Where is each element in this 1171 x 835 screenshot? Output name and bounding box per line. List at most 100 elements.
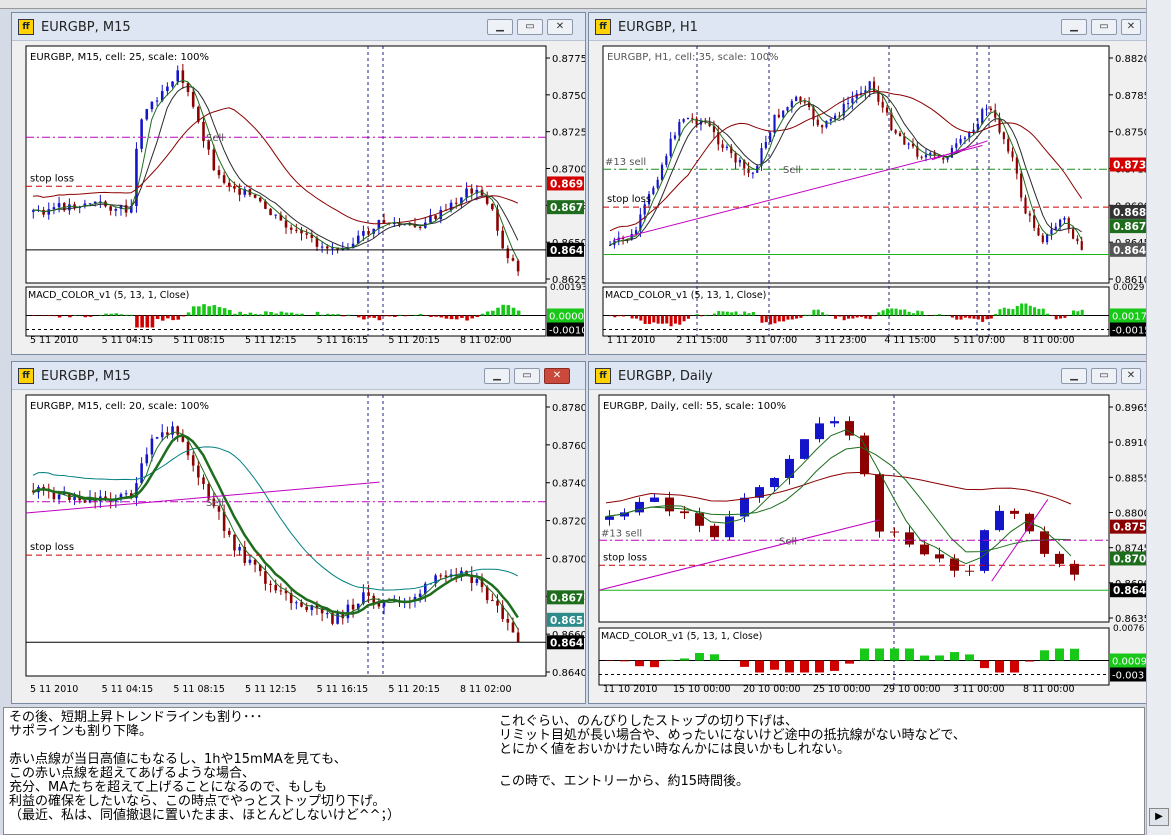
chart-window-m15-top[interactable]: ff EURGBP, M15 ▁ ▭ ✕ EURGBP, M15, cell: … [11,12,586,355]
candle-body [264,571,267,584]
candle-body [491,203,494,210]
macd-histogram-bar [981,315,985,322]
macd-histogram-bar [877,312,881,316]
chart-window-h1[interactable]: ff EURGBP, H1 ▁ ▭ ✕ EURGBP, H1, cell: 35… [588,12,1148,355]
macd-histogram-bar [176,315,181,320]
candle-body [799,96,802,102]
price-chart[interactable]: EURGBP, H1, cell: 35, scale: 100% 0.8820 0… [589,41,1147,354]
macd-histogram-bar [905,648,914,661]
maximize-button[interactable]: ▭ [514,368,540,384]
minimize-button[interactable]: ▁ [1061,19,1087,35]
macd-histogram-bar [68,315,72,318]
macd-histogram-bar [725,311,729,316]
macd-histogram-bar [955,315,959,320]
y-tick-label: 0.8750 [552,91,585,102]
candle-body [42,209,45,215]
macd-histogram-bar [790,315,794,320]
macd-histogram-bar [1041,308,1045,316]
price-tag-label: 0.8754 [1113,522,1147,534]
macd-histogram-bar [511,307,516,316]
x-tick-label: 5 11 08:15 [173,335,225,346]
macd-histogram-bar [166,315,170,319]
macd-histogram-bar [356,315,361,318]
x-tick-label: 5 11 2010 [30,684,78,695]
y-tick-label: 0.8775 [552,54,585,65]
close-button[interactable]: ✕ [544,368,570,384]
close-button[interactable]: ✕ [547,19,573,35]
macd-histogram-bar [838,315,842,317]
candle-body [650,497,659,502]
macd-histogram-bar [1002,307,1006,316]
candle-body [695,513,704,526]
price-chart[interactable]: EURGBP, M15, cell: 20, scale: 100% 0.8780… [12,390,585,703]
macd-histogram-bar [506,305,511,316]
candle-body [890,531,899,533]
price-chart[interactable]: EURGBP, Daily, cell: 55, scale: 100% 0.89… [589,390,1147,703]
macd-histogram-bar [740,660,749,667]
notes-panel: その後、短期上昇トレンドラインも割り･･･ サポラインも割り下降。 赤い点線が当… [3,707,1145,835]
candle-body [202,477,205,484]
macd-histogram-bar [855,315,859,318]
candle-body [160,432,164,438]
macd-histogram-bar [320,314,325,316]
macd-histogram-bar [1076,311,1080,316]
macd-histogram-bar [660,315,664,324]
macd-histogram-bar [1063,315,1067,318]
macd-histogram-bar [875,648,884,661]
maximize-button[interactable]: ▭ [1091,19,1117,35]
macd-histogram-bar [393,315,397,318]
candle-body [57,203,61,208]
macd-histogram-bar [346,314,351,316]
window-titlebar[interactable]: ff EURGBP, Daily ▁ ▭ ✕ [589,362,1147,390]
macd-histogram-bar [341,315,346,317]
close-button[interactable]: ✕ [1121,368,1141,384]
window-titlebar[interactable]: ff EURGBP, H1 ▁ ▭ ✕ [589,13,1147,41]
maximize-button[interactable]: ▭ [517,19,543,35]
candle-body [1055,553,1064,564]
candle-body [238,546,241,551]
macd-value-label: 0.00000 [549,312,585,323]
macd-value-label: -0.0015 [1112,326,1147,337]
macd-histogram-bar [620,660,629,662]
minimize-button[interactable]: ▁ [487,19,513,35]
x-tick-label: 3 11 00:00 [953,684,1005,695]
candle-body [1010,510,1019,514]
maximize-button[interactable]: ▭ [1091,368,1117,384]
x-tick-label: 29 10 00:00 [883,684,941,695]
price-tag-label: 0.8693 [550,178,585,190]
macd-histogram-bar [444,315,449,319]
macd-histogram-bar [470,315,475,319]
macd-histogram-bar [1046,313,1050,316]
macd-histogram-bar [764,315,768,323]
window-titlebar[interactable]: ff EURGBP, M15 ▁ ▭ ✕ [12,362,585,390]
window-titlebar[interactable]: ff EURGBP, M15 ▁ ▭ ✕ [12,13,585,41]
chart-info-label: EURGBP, H1, cell: 35, scale: 100% [607,52,779,63]
x-tick-label: 2 11 15:00 [676,335,728,346]
price-chart[interactable]: EURGBP, M15, cell: 25, scale: 100% 0.8775… [12,41,585,354]
minimize-button[interactable]: ▁ [1061,368,1087,384]
candle-body [284,220,288,228]
chart-window-daily[interactable]: ff EURGBP, Daily ▁ ▭ ✕ EURGBP, Daily, ce… [588,361,1148,704]
candle-body [511,258,515,261]
candle-body [248,559,252,563]
chart-window-m15-bottom[interactable]: ff EURGBP, M15 ▁ ▭ ✕ EURGBP, M15, cell: … [11,361,586,704]
macd-histogram-bar [480,313,485,316]
candle-body [898,133,902,137]
note-line: （最近、私は、同値撤退に置いたまま、ほとんどしないけど^^；） [9,808,400,823]
y-tick-label: 0.8855 [1115,473,1147,484]
vertical-scrollbar[interactable]: ▶ [1146,0,1171,835]
macd-histogram-bar [124,314,129,316]
macd-histogram-bar [617,315,621,317]
close-icon: ✕ [1126,21,1136,32]
x-tick-label: 5 11 07:00 [954,335,1006,346]
scroll-down-arrow-icon[interactable]: ▶ [1149,808,1169,826]
minimize-button[interactable]: ▁ [484,368,510,384]
macd-histogram-bar [465,315,469,321]
candle-body [382,220,386,223]
candle-body [691,118,694,120]
candle-body [815,423,824,440]
macd-histogram-bar [1025,660,1034,662]
macd-histogram-bar [83,315,88,318]
close-button[interactable]: ✕ [1121,19,1141,35]
stop-loss-label: stop loss [603,552,647,563]
